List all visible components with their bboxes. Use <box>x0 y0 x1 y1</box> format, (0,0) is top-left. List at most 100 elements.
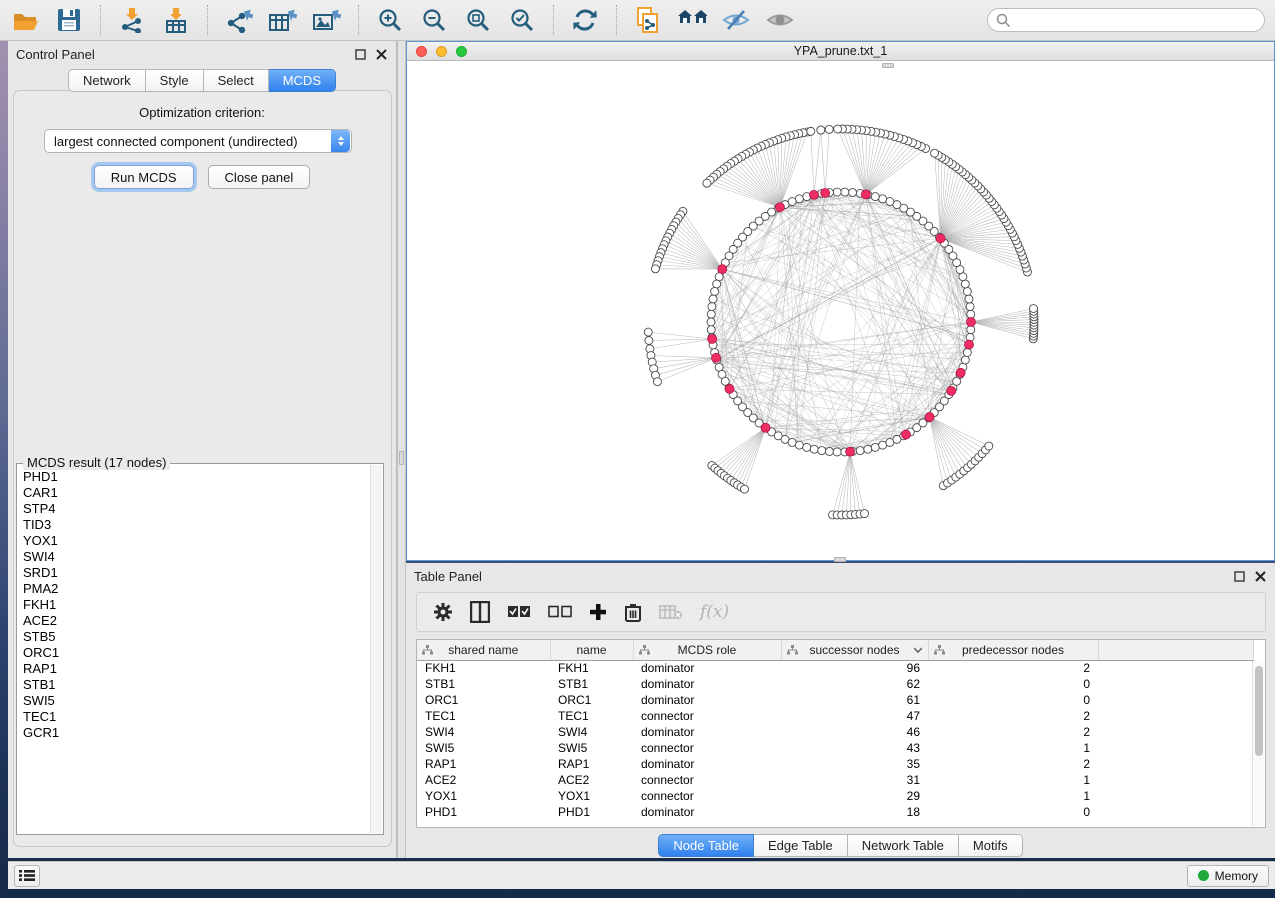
close-panel-icon[interactable] <box>375 48 388 61</box>
mcds-hub-node[interactable] <box>956 368 965 377</box>
table-cell[interactable]: 47 <box>781 708 928 724</box>
ring-node[interactable] <box>856 447 864 455</box>
mcds-result-item[interactable]: CAR1 <box>23 485 370 501</box>
ring-node[interactable] <box>707 310 715 318</box>
ring-node[interactable] <box>967 310 975 318</box>
leaf-node[interactable] <box>985 442 993 450</box>
ring-node[interactable] <box>966 303 974 311</box>
leaf-node[interactable] <box>645 336 653 344</box>
show-columns-icon[interactable] <box>470 600 490 624</box>
mcds-result-item[interactable]: TEC1 <box>23 709 370 725</box>
mcds-hub-node[interactable] <box>925 413 934 422</box>
table-cell[interactable]: 96 <box>781 660 928 676</box>
table-cell[interactable]: 62 <box>781 676 928 692</box>
table-cell[interactable]: dominator <box>633 692 781 708</box>
mcds-result-item[interactable]: SWI4 <box>23 549 370 565</box>
run-mcds-button[interactable]: Run MCDS <box>94 165 194 189</box>
mcds-result-item[interactable]: SRD1 <box>23 565 370 581</box>
ring-node[interactable] <box>803 443 811 451</box>
top-splitter-grip[interactable] <box>882 63 894 68</box>
zoom-in-icon[interactable] <box>375 5 405 35</box>
table-cell[interactable]: connector <box>633 740 781 756</box>
table-cell[interactable]: dominator <box>633 804 781 820</box>
table-mode-icon[interactable] <box>433 600 453 624</box>
table-cell[interactable] <box>1098 804 1253 820</box>
leaf-node[interactable] <box>703 179 711 187</box>
table-cell[interactable]: dominator <box>633 724 781 740</box>
first-neighbors-icon[interactable] <box>677 5 707 35</box>
mcds-result-item[interactable]: GCR1 <box>23 725 370 741</box>
table-scrollbar-thumb[interactable] <box>1255 666 1263 756</box>
apply-layout-icon[interactable] <box>570 5 600 35</box>
ring-node[interactable] <box>963 287 971 295</box>
table-cell[interactable]: PHD1 <box>550 804 633 820</box>
table-cell[interactable]: 1 <box>928 772 1098 788</box>
table-cell[interactable]: 43 <box>781 740 928 756</box>
leaf-node[interactable] <box>741 485 749 493</box>
table-cell[interactable]: 2 <box>928 708 1098 724</box>
delete-table-icon[interactable] <box>659 600 683 624</box>
mcds-hub-node[interactable] <box>821 188 830 197</box>
table-scrollbar[interactable] <box>1252 661 1264 826</box>
mcds-hub-node[interactable] <box>809 190 818 199</box>
table-cell[interactable]: SWI4 <box>550 724 633 740</box>
mcds-result-item[interactable]: TID3 <box>23 517 370 533</box>
leaf-node[interactable] <box>861 510 869 518</box>
ring-node[interactable] <box>708 303 716 311</box>
mcds-result-item[interactable]: PMA2 <box>23 581 370 597</box>
table-cell[interactable]: SWI4 <box>417 724 550 740</box>
mcds-result-list[interactable]: PHD1CAR1STP4TID3YOX1SWI4SRD1PMA2FKH1ACE2… <box>18 467 370 833</box>
import-network-icon[interactable] <box>117 5 147 35</box>
mcds-hub-node[interactable] <box>902 430 911 439</box>
mcds-result-item[interactable]: SWI5 <box>23 693 370 709</box>
table-cell[interactable]: SWI5 <box>417 740 550 756</box>
table-row[interactable]: STB1STB1dominator620 <box>417 676 1253 692</box>
table-cell[interactable]: RAP1 <box>417 756 550 772</box>
mcds-result-scrollbar[interactable] <box>370 465 382 833</box>
table-row[interactable]: TEC1TEC1connector472 <box>417 708 1253 724</box>
mcds-hub-node[interactable] <box>965 340 974 349</box>
close-table-panel-icon[interactable] <box>1254 570 1267 583</box>
vertical-splitter[interactable] <box>397 41 406 858</box>
table-row[interactable]: SWI4SWI4dominator462 <box>417 724 1253 740</box>
leaf-node[interactable] <box>931 149 939 157</box>
table-cell[interactable] <box>1098 660 1253 676</box>
table-cell[interactable]: STB1 <box>550 676 633 692</box>
leaf-node[interactable] <box>825 125 833 133</box>
import-table-icon[interactable] <box>161 5 191 35</box>
tab-select[interactable]: Select <box>204 69 269 92</box>
table-cell[interactable]: 0 <box>928 676 1098 692</box>
float-table-panel-icon[interactable] <box>1233 570 1246 583</box>
table-cell[interactable]: 46 <box>781 724 928 740</box>
vertical-splitter-grip[interactable] <box>399 451 404 465</box>
table-cell[interactable]: 29 <box>781 788 928 804</box>
table-cell[interactable]: 18 <box>781 804 928 820</box>
ring-node[interactable] <box>963 349 971 357</box>
column-header-shared-name[interactable]: shared name <box>417 640 550 660</box>
mcds-result-item[interactable]: STB5 <box>23 629 370 645</box>
tab-edge-table[interactable]: Edge Table <box>754 834 848 857</box>
ring-node[interactable] <box>841 188 849 196</box>
mcds-result-item[interactable]: RAP1 <box>23 661 370 677</box>
table-cell[interactable]: ACE2 <box>417 772 550 788</box>
table-cell[interactable]: ORC1 <box>417 692 550 708</box>
table-cell[interactable]: connector <box>633 708 781 724</box>
ring-node[interactable] <box>795 441 803 449</box>
mcds-hub-node[interactable] <box>725 384 734 393</box>
mcds-hub-node[interactable] <box>846 447 855 456</box>
table-cell[interactable]: 0 <box>928 692 1098 708</box>
table-cell[interactable] <box>1098 692 1253 708</box>
table-row[interactable]: ACE2ACE2connector311 <box>417 772 1253 788</box>
zoom-out-icon[interactable] <box>419 5 449 35</box>
table-cell[interactable]: dominator <box>633 660 781 676</box>
tab-network-table[interactable]: Network Table <box>848 834 959 857</box>
table-cell[interactable] <box>1098 724 1253 740</box>
node-table-grid[interactable]: shared namenameMCDS rolesuccessor nodesp… <box>417 640 1254 820</box>
ring-node[interactable] <box>825 447 833 455</box>
table-cell[interactable]: FKH1 <box>417 660 550 676</box>
mcds-result-item[interactable]: ORC1 <box>23 645 370 661</box>
ring-node[interactable] <box>879 195 887 203</box>
search-input[interactable] <box>987 8 1265 32</box>
tab-mcds[interactable]: MCDS <box>269 69 336 92</box>
table-cell[interactable] <box>1098 788 1253 804</box>
